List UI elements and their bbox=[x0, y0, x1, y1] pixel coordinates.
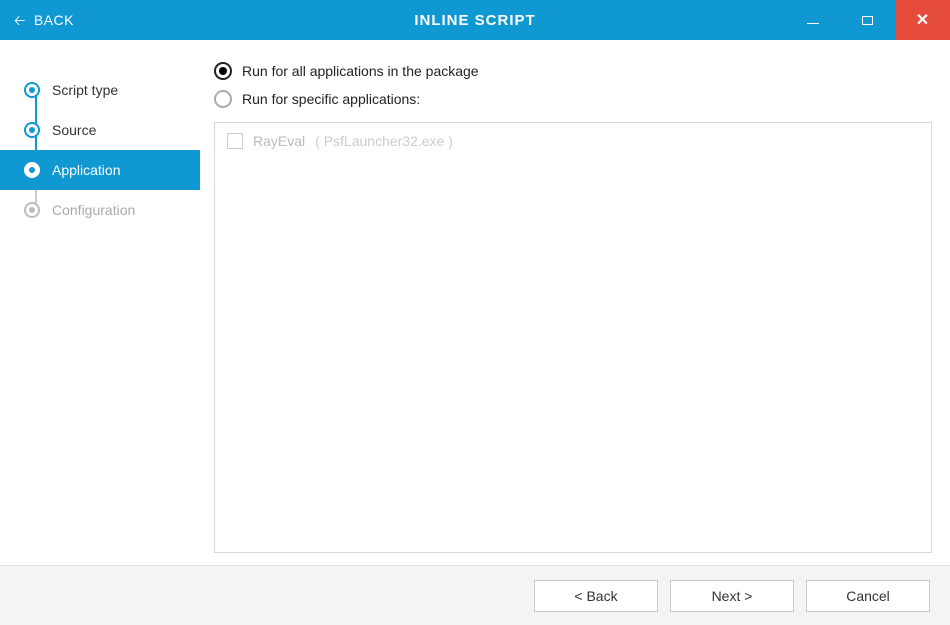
radio-dot-icon bbox=[219, 67, 227, 75]
back-button[interactable]: < Back bbox=[534, 580, 658, 612]
wizard-sidebar: Script type Source Application Configura… bbox=[0, 40, 200, 565]
step-source[interactable]: Source bbox=[0, 110, 200, 150]
main-panel: Run for all applications in the package … bbox=[200, 40, 950, 565]
app-exe: ( PsfLauncher32.exe ) bbox=[315, 133, 453, 149]
application-list: RayEval ( PsfLauncher32.exe ) bbox=[214, 122, 932, 553]
window-title: INLINE SCRIPT bbox=[414, 12, 535, 29]
close-button[interactable]: ✕ bbox=[895, 0, 950, 40]
step-configuration[interactable]: Configuration bbox=[0, 190, 200, 230]
back-link[interactable]: 🡠 BACK bbox=[0, 12, 74, 28]
step-script-type[interactable]: Script type bbox=[0, 70, 200, 110]
radio-label: Run for specific applications: bbox=[242, 91, 420, 107]
step-label: Application bbox=[52, 162, 121, 178]
application-item: RayEval ( PsfLauncher32.exe ) bbox=[227, 133, 919, 149]
radio-icon bbox=[214, 62, 232, 80]
radio-run-specific[interactable]: Run for specific applications: bbox=[214, 90, 932, 108]
step-bullet-icon bbox=[24, 162, 40, 178]
close-icon: ✕ bbox=[916, 10, 929, 30]
step-bullet-icon bbox=[24, 82, 40, 98]
app-name: RayEval bbox=[253, 133, 305, 149]
maximize-button[interactable] bbox=[840, 0, 895, 40]
titlebar: 🡠 BACK INLINE SCRIPT ✕ bbox=[0, 0, 950, 40]
step-list: Script type Source Application Configura… bbox=[0, 70, 200, 230]
back-arrow-icon: 🡠 bbox=[14, 13, 26, 27]
next-button[interactable]: Next > bbox=[670, 580, 794, 612]
step-bullet-icon bbox=[24, 122, 40, 138]
minimize-button[interactable] bbox=[785, 0, 840, 40]
radio-label: Run for all applications in the package bbox=[242, 63, 479, 79]
step-bullet-icon bbox=[24, 202, 40, 218]
radio-run-all[interactable]: Run for all applications in the package bbox=[214, 62, 932, 80]
maximize-icon bbox=[862, 16, 873, 25]
step-label: Configuration bbox=[52, 202, 135, 218]
radio-icon bbox=[214, 90, 232, 108]
step-application[interactable]: Application bbox=[0, 150, 200, 190]
back-label: BACK bbox=[34, 12, 74, 28]
window-controls: ✕ bbox=[785, 0, 950, 40]
minimize-icon bbox=[807, 23, 819, 24]
app-checkbox[interactable] bbox=[227, 133, 243, 149]
wizard-footer: < Back Next > Cancel bbox=[0, 565, 950, 625]
step-label: Source bbox=[52, 122, 96, 138]
step-label: Script type bbox=[52, 82, 118, 98]
cancel-button[interactable]: Cancel bbox=[806, 580, 930, 612]
body: Script type Source Application Configura… bbox=[0, 40, 950, 565]
